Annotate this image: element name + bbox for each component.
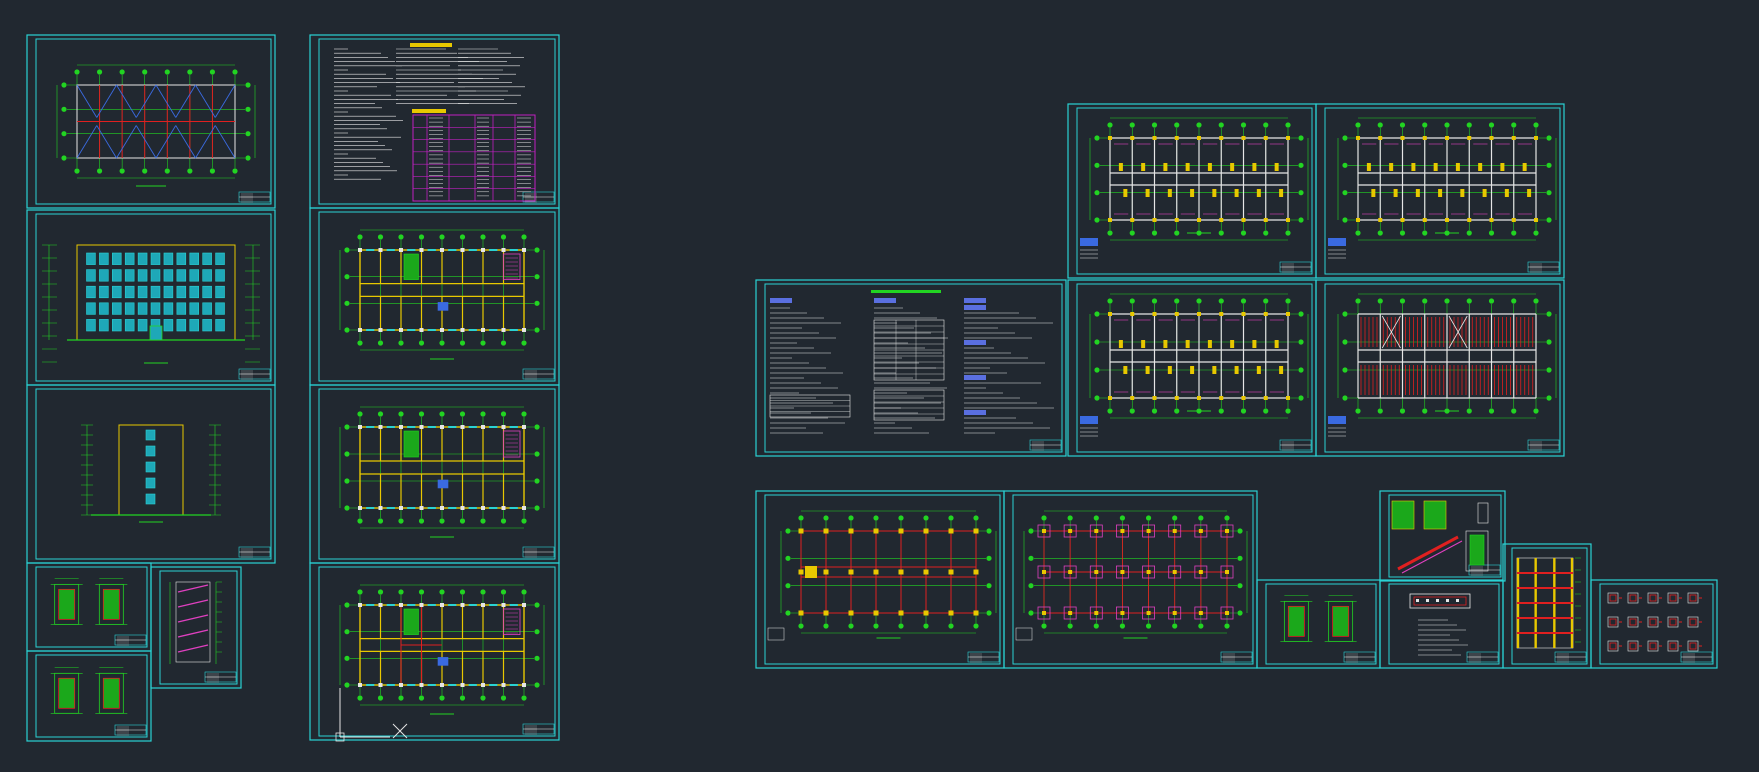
drawing-content-beam_detail (1409, 593, 1471, 656)
drawing-content-struct_plan (1080, 293, 1309, 437)
sheet-struct-column-elevation[interactable] (1502, 543, 1592, 669)
sheet-arch-floor-plan-3[interactable] (309, 562, 560, 741)
drawing-content-struct_plan_red (1328, 293, 1557, 437)
drawing-content-detail_small (1280, 595, 1357, 642)
sheet-struct-general-notes[interactable] (755, 279, 1067, 457)
drawing-content-stair_detail (1391, 500, 1489, 574)
sheet-arch-stair-section[interactable] (150, 566, 242, 689)
sheet-struct-stair-detail[interactable] (1379, 490, 1506, 582)
drawing-content-floor_plan (339, 584, 545, 715)
sheet-arch-elevation-front[interactable] (26, 209, 276, 386)
drawing-content-roof_plan (56, 64, 256, 187)
drawing-content-struct_plan (1328, 117, 1557, 259)
drawing-content-stair_section (169, 581, 222, 664)
sheet-arch-floor-plan-2[interactable] (309, 384, 560, 564)
drawing-content-detail_small (50, 667, 128, 714)
sheet-struct-slab-plan-2[interactable] (1315, 279, 1565, 457)
drawing-content-floor_plan (339, 229, 545, 360)
sheet-arch-roof-plan[interactable] (26, 34, 276, 209)
sheet-struct-node-detail-a[interactable] (1256, 579, 1381, 669)
sheet-arch-floor-plan-1[interactable] (309, 207, 560, 386)
drawing-content-column_elevation (1516, 557, 1581, 649)
drawing-content-elevation_side (81, 424, 221, 523)
drawing-content-elevation_front (42, 244, 260, 364)
drawing-content-detail_small (50, 578, 128, 625)
sheet-struct-column-plan[interactable] (755, 490, 1005, 669)
drawing-content-notes_struct (769, 290, 1054, 434)
drawing-content-column_plan (767, 510, 997, 641)
sheet-struct-beam-plan-1[interactable] (1067, 103, 1317, 279)
cad-model-space[interactable] (0, 0, 1759, 772)
drawing-content-struct_plan (1080, 117, 1309, 259)
sheet-arch-detail-a[interactable] (26, 562, 152, 652)
sheet-arch-elevation-side[interactable] (26, 384, 276, 564)
sheet-struct-node-detail-b[interactable] (1379, 579, 1504, 669)
sheet-arch-design-notes[interactable] (309, 34, 560, 209)
sheet-struct-beam-plan-2[interactable] (1315, 103, 1565, 279)
drawing-content-column_sections (1607, 592, 1702, 652)
sheet-struct-slab-plan-1[interactable] (1067, 279, 1317, 457)
drawing-content-foundation_plan (1015, 510, 1248, 641)
drawing-content-floor_plan (339, 406, 545, 538)
sheet-arch-detail-b[interactable] (26, 650, 152, 742)
sheet-struct-column-sections[interactable] (1590, 579, 1718, 669)
sheet-struct-foundation-plan[interactable] (1003, 490, 1258, 669)
drawing-content-notes_table (334, 43, 536, 202)
